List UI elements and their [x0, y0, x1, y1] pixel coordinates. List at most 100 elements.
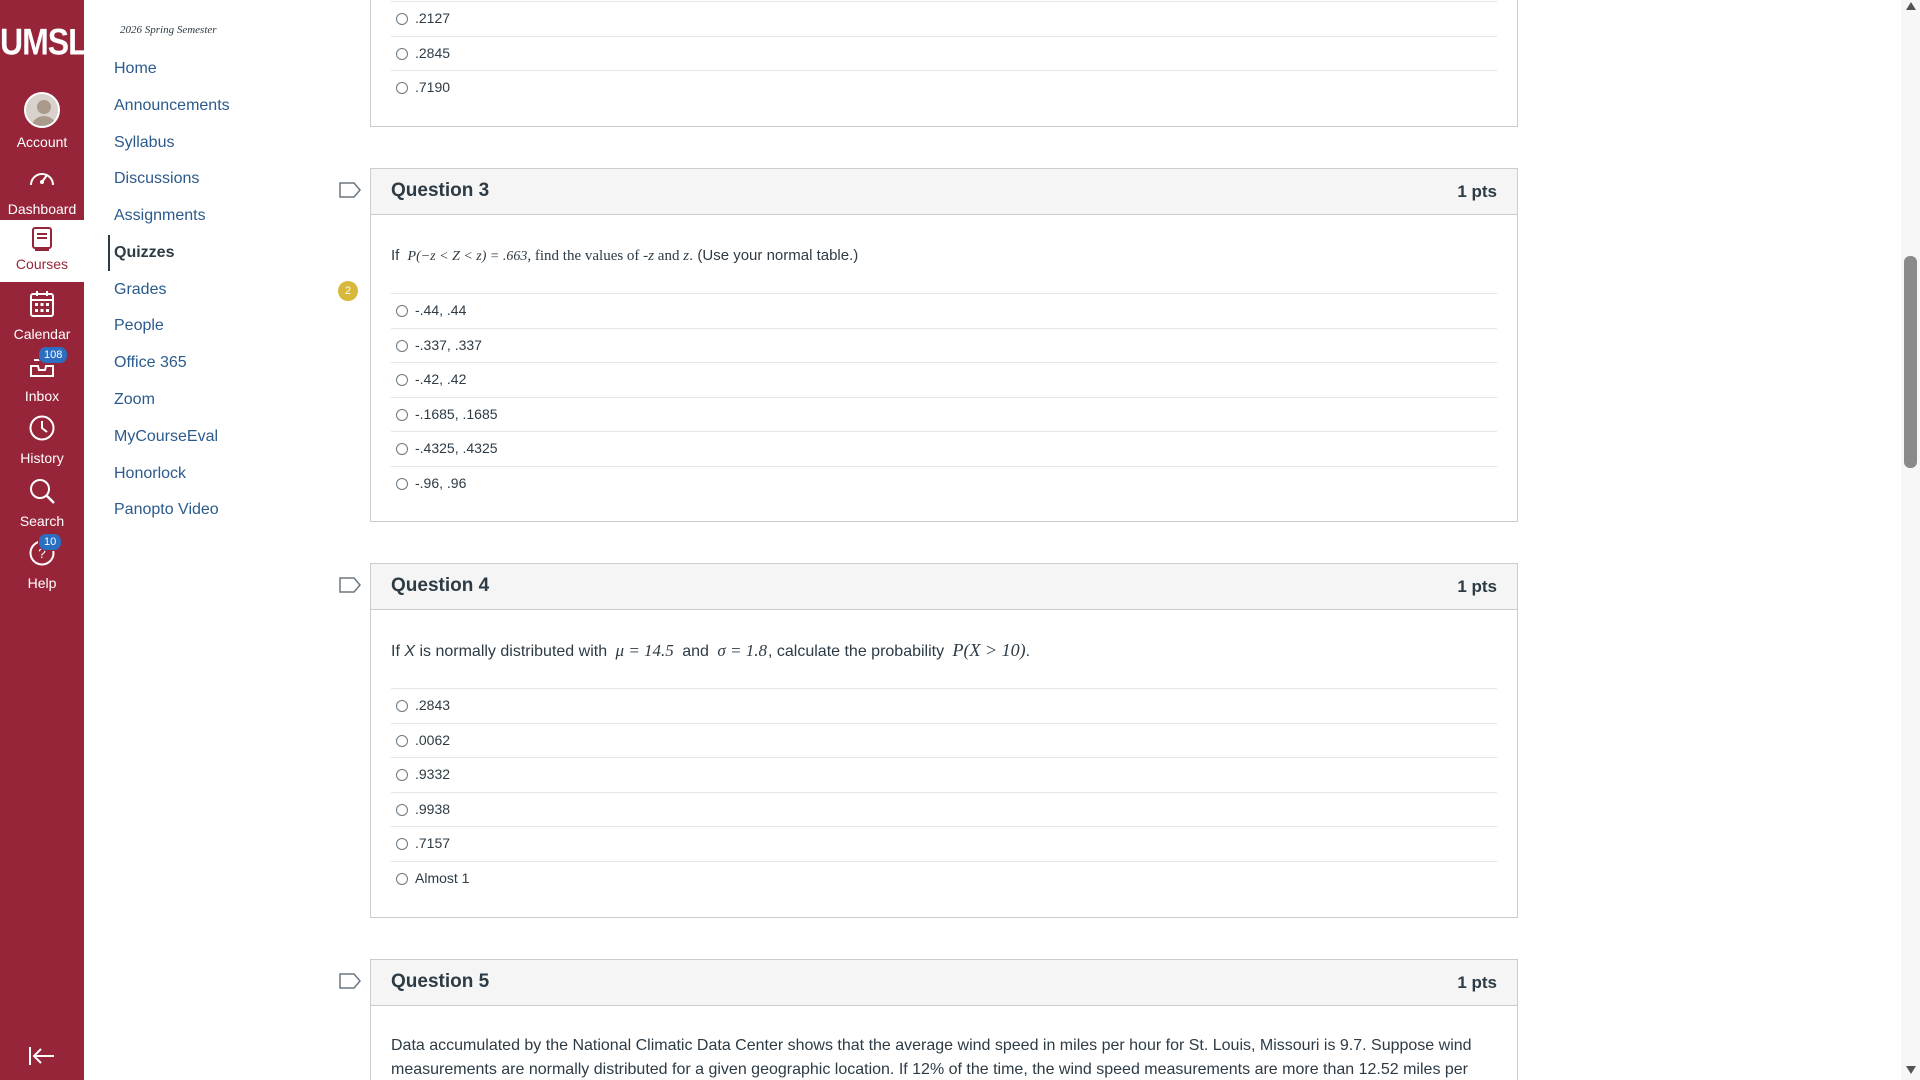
course-nav-announcements[interactable]: Announcements [114, 94, 230, 118]
radio-button[interactable] [396, 443, 408, 455]
radio-button[interactable] [396, 339, 408, 352]
global-nav-label: Account [16, 134, 68, 150]
flag-question-icon[interactable] [339, 181, 361, 204]
question-points: 1 pts [1457, 182, 1497, 201]
help-badge: 10 [38, 533, 63, 551]
flag-question-icon[interactable] [339, 972, 361, 995]
answer-label: -.44, .44 [415, 302, 467, 318]
question-header: Question 5 1 pts [371, 960, 1517, 1006]
answer-option[interactable]: -.42, .42 [391, 362, 1497, 397]
answer-option[interactable]: .2845 [391, 36, 1497, 71]
radio-button[interactable] [396, 477, 408, 490]
global-nav-search[interactable]: Search [0, 477, 84, 539]
grades-badge: 2 [338, 281, 358, 301]
math-expression-sigma: σ = 1.8 [717, 641, 767, 660]
course-nav-assignments[interactable]: Assignments [114, 204, 206, 228]
radio-button[interactable] [396, 769, 408, 781]
math-expression-mu: μ = 14.5 [615, 641, 674, 660]
question-title: Question 4 [391, 575, 490, 596]
answer-label: -.42, .42 [415, 371, 467, 387]
course-nav-mycourseeval[interactable]: MyCourseEval [114, 425, 218, 449]
course-nav-zoom[interactable]: Zoom [114, 388, 155, 412]
answer-label: Almost 1 [415, 869, 470, 886]
answer-option[interactable]: -.337, .337 [391, 327, 1497, 363]
question-header: Question 3 1 pts [371, 169, 1517, 215]
course-nav-home[interactable]: Home [114, 57, 157, 81]
answer-option[interactable]: .2127 [391, 1, 1497, 36]
answer-option[interactable]: .7157 [391, 826, 1497, 861]
course-nav-panopto-video[interactable]: Panopto Video [114, 498, 219, 522]
global-nav-courses[interactable]: Courses [0, 220, 84, 282]
answer-option[interactable]: .9332 [391, 757, 1497, 792]
global-navigation: UMSL Account Dashboard Courses Calendar … [0, 0, 88, 1080]
courses-book-icon [0, 226, 84, 254]
global-nav-label: Calendar [13, 326, 71, 342]
answer-option[interactable]: -.96, .96 [391, 465, 1497, 501]
radio-button[interactable] [396, 305, 408, 317]
answer-option[interactable]: Almost 1 [391, 860, 1497, 896]
global-nav-label: Search [19, 513, 65, 529]
answer-label: .9332 [415, 766, 451, 782]
radio-button[interactable] [396, 734, 408, 747]
question-text-part: and [677, 643, 714, 660]
course-nav-people[interactable]: People [114, 314, 164, 338]
radio-button[interactable] [396, 82, 408, 94]
scroll-up-arrow-icon[interactable] [1906, 2, 1916, 10]
question-2-card: .2127 .2845 .7190 [370, 0, 1518, 127]
page-scrollbar[interactable] [1901, 0, 1920, 1080]
global-nav-dashboard[interactable]: Dashboard [0, 165, 84, 227]
radio-button[interactable] [396, 838, 408, 850]
answer-option[interactable]: .7190 [391, 70, 1497, 105]
answer-option[interactable]: .0062 [391, 722, 1497, 758]
answer-label: -.1685, .1685 [415, 405, 498, 422]
global-nav-account[interactable]: Account [0, 92, 84, 154]
global-nav-inbox[interactable]: 108 Inbox [0, 346, 84, 414]
math-expression-probability: P(X > 10) [952, 640, 1026, 660]
answer-label: .2843 [415, 697, 451, 713]
answer-option[interactable]: -.4325, .4325 [391, 431, 1497, 466]
calendar-icon [0, 290, 84, 322]
question-text-part: , calculate the probability [768, 643, 949, 660]
radio-button[interactable] [396, 13, 408, 25]
answer-option[interactable]: -.44, .44 [391, 293, 1497, 328]
scroll-down-arrow-icon[interactable] [1906, 1066, 1916, 1074]
search-icon [0, 477, 84, 509]
radio-button[interactable] [396, 700, 408, 712]
collapse-nav-icon[interactable] [28, 1046, 56, 1071]
flag-question-icon[interactable] [339, 576, 361, 599]
global-nav-help[interactable]: ? 10 Help [0, 533, 84, 601]
course-nav-quizzes[interactable]: Quizzes [108, 235, 174, 271]
scrollbar-thumb[interactable] [1904, 256, 1917, 468]
question-text: Data accumulated by the National Climati… [391, 1034, 1501, 1080]
question-text-line: Data accumulated by the National Climati… [391, 1037, 1472, 1054]
course-nav-office-365[interactable]: Office 365 [114, 351, 187, 375]
global-nav-label: History [20, 450, 64, 466]
question-points: 1 pts [1457, 577, 1497, 596]
umsl-logo[interactable]: UMSL [0, 21, 88, 64]
inbox-icon: 108 [0, 346, 84, 384]
dashboard-gauge-icon [0, 165, 84, 197]
answer-label: -.96, .96 [415, 474, 467, 491]
global-nav-calendar[interactable]: Calendar [0, 290, 84, 352]
course-nav-grades[interactable]: Grades [114, 278, 166, 302]
question-text-line: measurements are normally distributed fo… [391, 1061, 1469, 1078]
question-header: Question 4 1 pts [371, 564, 1517, 610]
answer-label: .2127 [415, 10, 451, 26]
radio-button[interactable] [396, 48, 408, 60]
radio-button[interactable] [396, 803, 408, 816]
radio-button[interactable] [396, 408, 408, 421]
answer-option[interactable]: .2843 [391, 688, 1497, 723]
course-nav-discussions[interactable]: Discussions [114, 167, 199, 191]
course-nav-honorlock[interactable]: Honorlock [114, 462, 186, 486]
course-nav-syllabus[interactable]: Syllabus [114, 131, 174, 155]
question-text-part: . [1025, 643, 1031, 660]
radio-button[interactable] [396, 374, 408, 386]
help-icon: ? 10 [0, 533, 84, 571]
inbox-unread-badge: 108 [38, 346, 69, 364]
global-nav-label: Courses [15, 256, 69, 272]
answer-option[interactable]: -.1685, .1685 [391, 396, 1497, 432]
radio-button[interactable] [396, 872, 408, 885]
global-nav-history[interactable]: History [0, 414, 84, 476]
answer-label: .7157 [415, 835, 451, 851]
answer-option[interactable]: .9938 [391, 791, 1497, 827]
